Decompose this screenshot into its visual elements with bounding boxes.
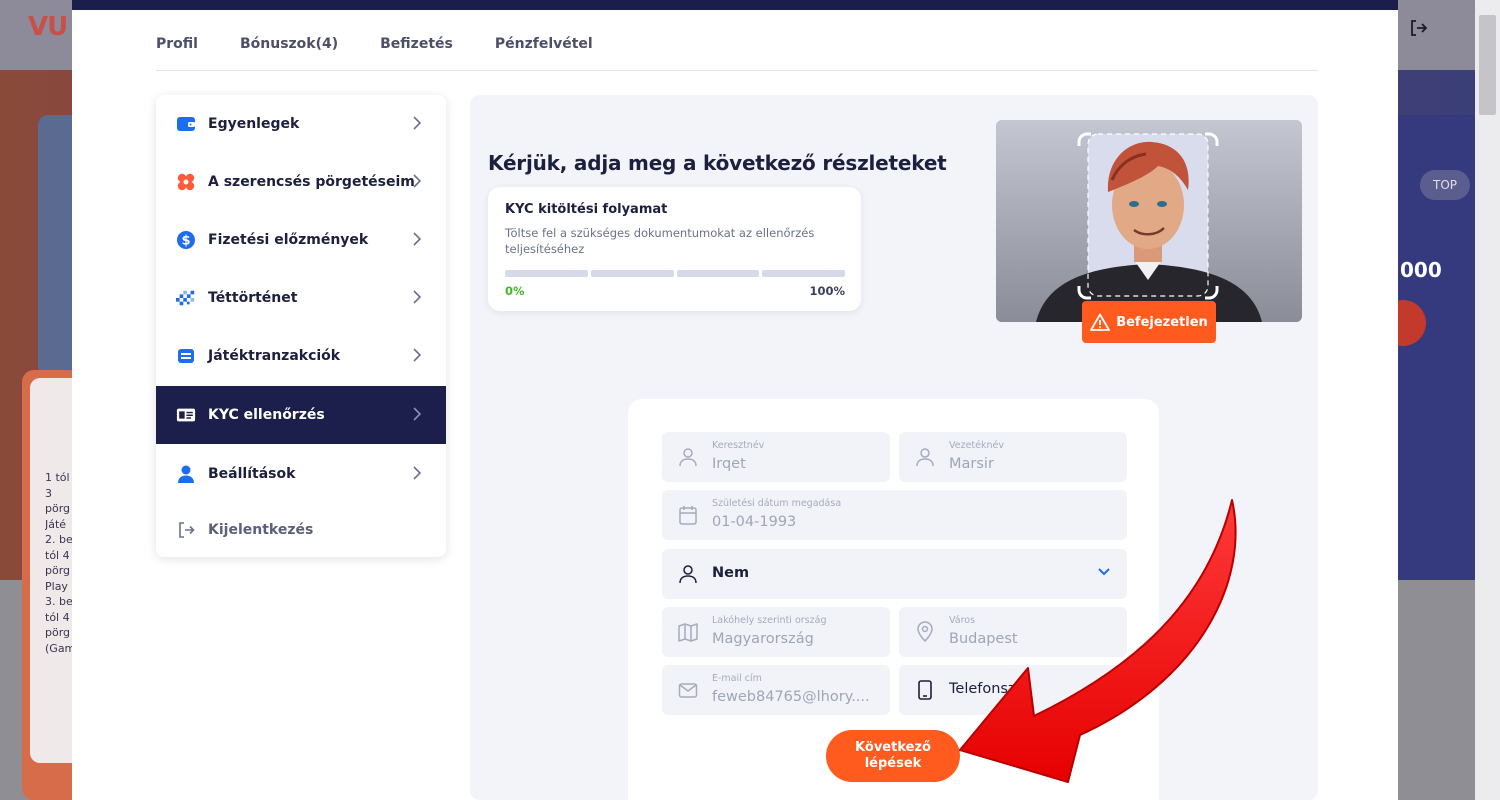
- birth-date-field[interactable]: Születési dátum megadása 01-04-1993: [662, 490, 1127, 540]
- selfie-photo: [996, 120, 1302, 322]
- background-top-pill: TOP: [1420, 170, 1470, 200]
- menu-item-label: KYC ellenőrzés: [208, 407, 325, 423]
- next-steps-button[interactable]: Következő lépések: [826, 730, 960, 782]
- menu-item-label: Fizetési előzmények: [208, 232, 369, 248]
- field-label: Lakóhely szerinti ország: [712, 615, 827, 626]
- profile-modal: Profil Bónuszok(4) Befizetés Pénzfelvéte…: [72, 0, 1398, 800]
- chevron-right-icon: [413, 407, 422, 421]
- field-value: feweb84765@lhory....: [712, 689, 870, 705]
- checker-flag-icon: [176, 288, 196, 308]
- background-promo-text: 1 tól 3 pörg Játé 2. be tól 4 pörg Play …: [45, 471, 75, 655]
- kyc-progress-card: KYC kitöltési folyamat Töltse fel a szük…: [488, 187, 861, 311]
- menu-item-label: Egyenlegek: [208, 116, 300, 132]
- phone-field[interactable]: Telefonsz: [899, 665, 1127, 715]
- tab-deposit[interactable]: Befizetés: [380, 36, 453, 52]
- first-name-field[interactable]: Keresztnév Irqet: [662, 432, 890, 482]
- tab-profile[interactable]: Profil: [156, 36, 198, 52]
- progress-segment: [676, 270, 760, 277]
- side-menu: Egyenlegek A szerencsés pörgetéseim $ Fi…: [156, 95, 446, 557]
- logout-icon: [176, 520, 196, 540]
- user-outline-icon: [679, 565, 697, 584]
- location-pin-icon: [917, 621, 933, 643]
- map-icon: [678, 623, 698, 642]
- menu-item-settings[interactable]: Beállítások: [156, 445, 446, 503]
- user-icon: [176, 464, 196, 484]
- status-badge-label: Befejezetlen: [1116, 314, 1208, 330]
- field-value: Budapest: [949, 631, 1018, 647]
- site-logo: VU: [28, 12, 68, 42]
- progress-segment: [762, 270, 845, 277]
- field-value: Marsir: [949, 456, 994, 472]
- field-label: Vezetéknév: [949, 440, 1004, 451]
- field-value: Irqet: [712, 456, 746, 472]
- progress-description: Töltse fel a szükséges dokumentumokat az…: [505, 226, 815, 256]
- menu-item-label: A szerencsés pörgetéseim: [208, 174, 415, 190]
- progress-end-label: 100%: [809, 284, 845, 298]
- background-number: 000: [1400, 258, 1442, 282]
- envelope-icon: [678, 683, 698, 698]
- chevron-right-icon: [413, 174, 422, 188]
- menu-item-balances[interactable]: Egyenlegek: [156, 95, 446, 153]
- menu-item-label: Téttörténet: [208, 290, 298, 306]
- chevron-right-icon: [413, 232, 422, 246]
- id-card-icon: [176, 405, 196, 425]
- menu-item-bet-history[interactable]: Téttörténet: [156, 269, 446, 327]
- warning-icon: [1090, 313, 1111, 331]
- field-value: Magyarország: [712, 631, 814, 647]
- chevron-right-icon: [413, 466, 422, 480]
- page-scrollbar-thumb[interactable]: [1479, 15, 1496, 115]
- city-field[interactable]: Város Budapest: [899, 607, 1127, 657]
- chevron-right-icon: [413, 290, 422, 304]
- field-label: Keresztnév: [712, 440, 765, 451]
- calendar-icon: [679, 506, 697, 525]
- tabs-divider: [156, 70, 1318, 71]
- modal-topbar: [72, 0, 1398, 10]
- country-field[interactable]: Lakóhely szerinti ország Magyarország: [662, 607, 890, 657]
- site-logout-icon[interactable]: [1408, 18, 1428, 43]
- email-field[interactable]: E-mail cím feweb84765@lhory....: [662, 665, 890, 715]
- field-label: E-mail cím: [712, 673, 762, 684]
- menu-item-label: Játéktranzakciók: [208, 348, 341, 364]
- menu-item-logout[interactable]: Kijelentkezés: [156, 501, 446, 557]
- phone-icon: [918, 680, 932, 700]
- chevron-right-icon: [413, 348, 422, 362]
- gender-select[interactable]: Nem: [662, 549, 1127, 599]
- tab-withdrawal[interactable]: Pénzfelvétel: [495, 36, 593, 52]
- page-scrollbar[interactable]: [1475, 0, 1500, 800]
- progress-bar: [505, 270, 845, 277]
- tab-bonuses[interactable]: Bónuszok(4): [240, 36, 338, 52]
- user-outline-icon: [916, 448, 934, 467]
- last-name-field[interactable]: Vezetéknév Marsir: [899, 432, 1127, 482]
- field-label: Születési dátum megadása: [712, 498, 842, 509]
- kyc-form: Keresztnév Irqet Vezetéknév Marsir Szüle…: [628, 399, 1159, 800]
- menu-item-label: Kijelentkezés: [208, 522, 314, 538]
- user-outline-icon: [679, 448, 697, 467]
- incomplete-status-badge: Befejezetlen: [1082, 301, 1216, 343]
- field-label: Város: [949, 615, 976, 626]
- dollar-icon: $: [176, 230, 196, 250]
- menu-item-label: Beállítások: [208, 466, 296, 482]
- svg-text:$: $: [181, 234, 190, 249]
- profile-tabs: Profil Bónuszok(4) Befizetés Pénzfelvéte…: [156, 36, 593, 52]
- field-value: 01-04-1993: [712, 514, 797, 530]
- chevron-right-icon: [413, 116, 422, 130]
- menu-item-payment-history[interactable]: $ Fizetési előzmények: [156, 211, 446, 269]
- progress-start-label: 0%: [505, 284, 525, 298]
- progress-segment: [590, 270, 674, 277]
- page-title: Kérjük, adja meg a következő részleteket: [488, 151, 947, 175]
- progress-title: KYC kitöltési folyamat: [505, 202, 668, 217]
- progress-segment: [505, 270, 588, 277]
- field-value: Telefonsz: [949, 681, 1016, 697]
- wallet-icon: [176, 114, 196, 134]
- chevron-down-icon: [1098, 568, 1110, 576]
- menu-item-kyc[interactable]: KYC ellenőrzés: [156, 386, 446, 444]
- clover-icon: [176, 172, 196, 192]
- menu-item-lucky-spins[interactable]: A szerencsés pörgetéseim: [156, 153, 446, 211]
- game-card-icon: [176, 346, 196, 366]
- menu-item-game-transactions[interactable]: Játéktranzakciók: [156, 327, 446, 385]
- select-value: Nem: [712, 565, 750, 581]
- kyc-content-panel: Kérjük, adja meg a következő részleteket…: [470, 95, 1318, 800]
